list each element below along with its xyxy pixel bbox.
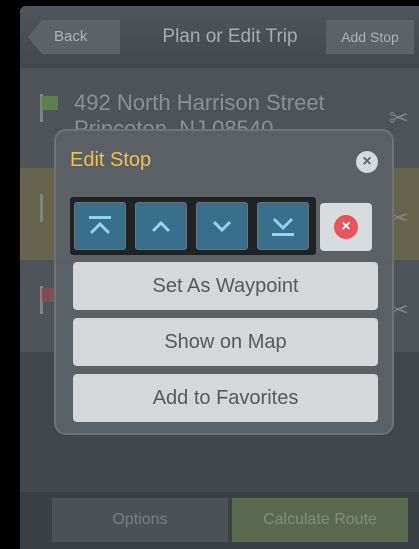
dialog-title: Edit Stop — [70, 149, 152, 171]
app-screen: Back Plan or Edit Trip Add Stop 492 Nort… — [20, 6, 419, 549]
show-on-map-button[interactable]: Show on Map — [73, 318, 378, 366]
reorder-toolbar — [70, 197, 316, 255]
move-down-icon — [212, 220, 232, 233]
move-up-button[interactable] — [135, 202, 187, 250]
delete-stop-button[interactable]: × — [320, 203, 372, 251]
edit-stop-dialog: Edit Stop × × Set As Waypoint Show on Ma… — [54, 129, 394, 435]
move-down-button[interactable] — [196, 202, 248, 250]
move-to-bottom-button[interactable] — [257, 202, 309, 250]
close-icon[interactable]: × — [356, 151, 378, 173]
move-to-bottom-icon — [272, 217, 294, 236]
set-as-waypoint-button[interactable]: Set As Waypoint — [73, 262, 378, 310]
device-frame: Back Plan or Edit Trip Add Stop 492 Nort… — [0, 0, 419, 549]
move-to-top-button[interactable] — [74, 202, 126, 250]
move-to-top-icon — [89, 216, 111, 235]
move-up-icon — [151, 220, 171, 233]
delete-icon: × — [334, 215, 358, 239]
add-to-favorites-button[interactable]: Add to Favorites — [73, 374, 378, 422]
